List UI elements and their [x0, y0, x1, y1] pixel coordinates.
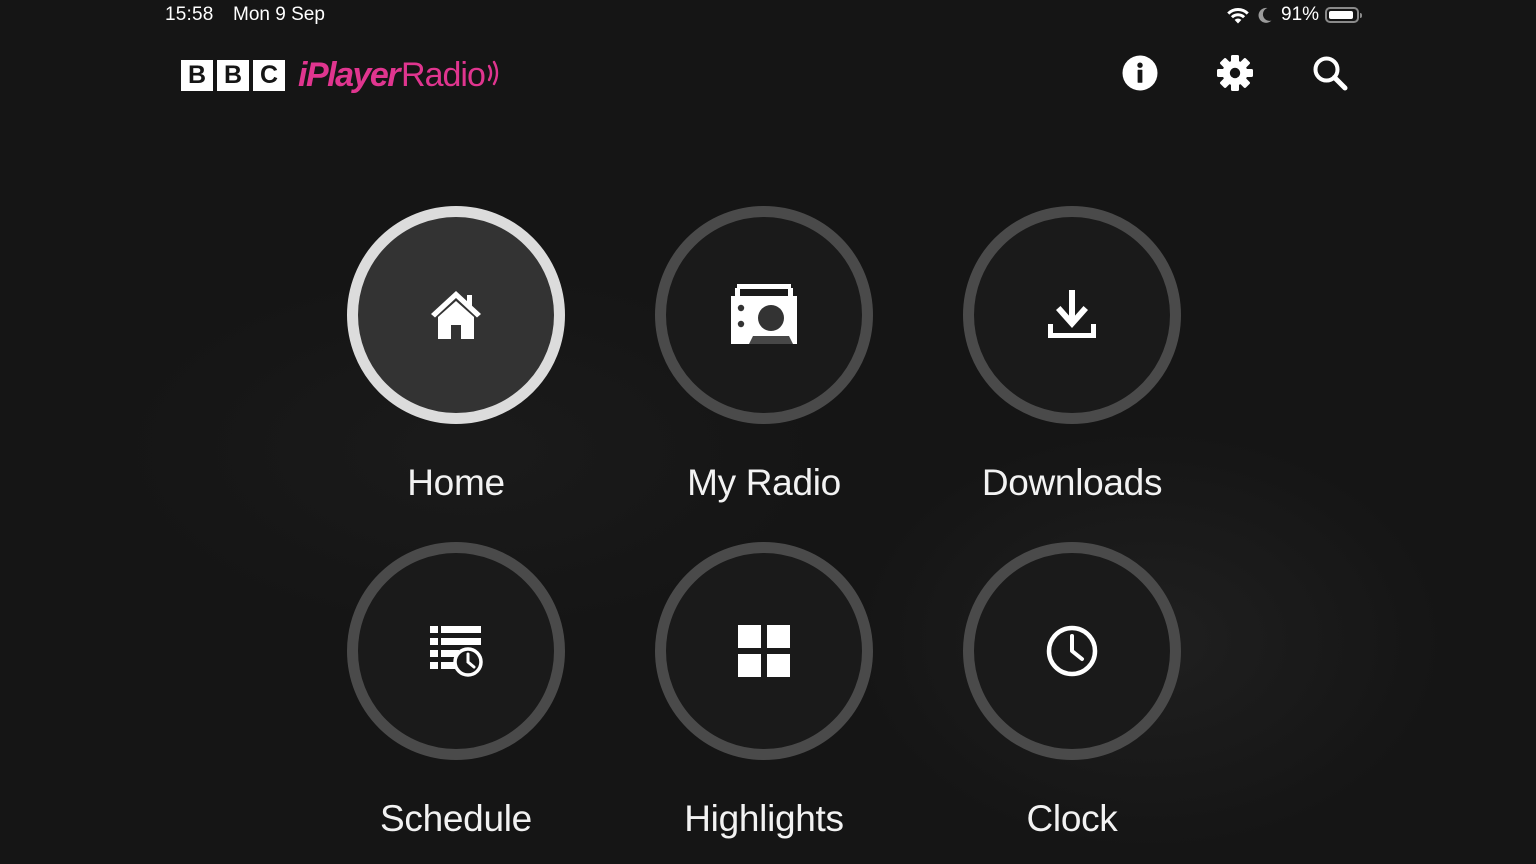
iplayer-wordmark: iPlayer: [298, 55, 401, 94]
nav-my-radio-ring: [655, 206, 873, 424]
settings-button[interactable]: [1215, 54, 1255, 97]
battery-percent: 91%: [1281, 4, 1320, 25]
status-date: Mon 9 Sep: [233, 4, 325, 25]
clock-icon: [1045, 624, 1099, 678]
bbc-letter: B: [181, 59, 213, 91]
battery-icon: [1325, 7, 1363, 23]
nav-clock-ring: [963, 542, 1181, 760]
nav-schedule-label: Schedule: [380, 798, 532, 839]
bbc-iplayer-radio-logo[interactable]: B B C iPlayer Radio: [181, 53, 500, 97]
status-time: 15:58: [165, 4, 214, 25]
nav-clock[interactable]: Clock: [942, 542, 1202, 862]
grid-icon: [738, 625, 790, 677]
radio-wordmark: Radio: [401, 55, 486, 94]
status-indicators: 91%: [1226, 4, 1363, 26]
search-button[interactable]: [1310, 55, 1350, 95]
nav-highlights[interactable]: Highlights: [634, 542, 894, 862]
nav-downloads-ring: [963, 206, 1181, 424]
sound-waves-icon: [486, 58, 500, 93]
info-button[interactable]: [1120, 55, 1160, 95]
info-icon: [1122, 55, 1158, 96]
nav-my-radio[interactable]: My Radio: [634, 206, 894, 526]
nav-home-label: Home: [407, 462, 505, 503]
nav-my-radio-label: My Radio: [687, 462, 841, 503]
status-bar: 15:58 Mon 9 Sep 91%: [0, 0, 1536, 30]
download-icon: [1045, 288, 1099, 342]
nav-downloads[interactable]: Downloads: [942, 206, 1202, 526]
nav-downloads-label: Downloads: [981, 462, 1163, 503]
bbc-letter: B: [217, 59, 249, 91]
home-icon: [428, 287, 484, 343]
radio-icon: [731, 284, 797, 346]
nav-highlights-ring: [655, 542, 873, 760]
moon-icon: [1257, 6, 1273, 24]
nav-home-ring: [347, 206, 565, 424]
gear-icon: [1216, 54, 1254, 97]
bbc-logo: B B C: [181, 59, 285, 91]
search-icon: [1311, 54, 1349, 97]
nav-clock-label: Clock: [1026, 798, 1118, 839]
bbc-letter: C: [253, 59, 285, 91]
nav-schedule-ring: [347, 542, 565, 760]
schedule-icon: [428, 624, 484, 678]
nav-highlights-label: Highlights: [684, 798, 844, 839]
wifi-icon: [1226, 6, 1250, 24]
battery-level: [1329, 11, 1353, 19]
app-screen: 15:58 Mon 9 Sep 91% B B C iPlayer Radio …: [0, 0, 1536, 864]
nav-schedule[interactable]: Schedule: [326, 542, 586, 862]
nav-home[interactable]: Home: [326, 206, 586, 526]
